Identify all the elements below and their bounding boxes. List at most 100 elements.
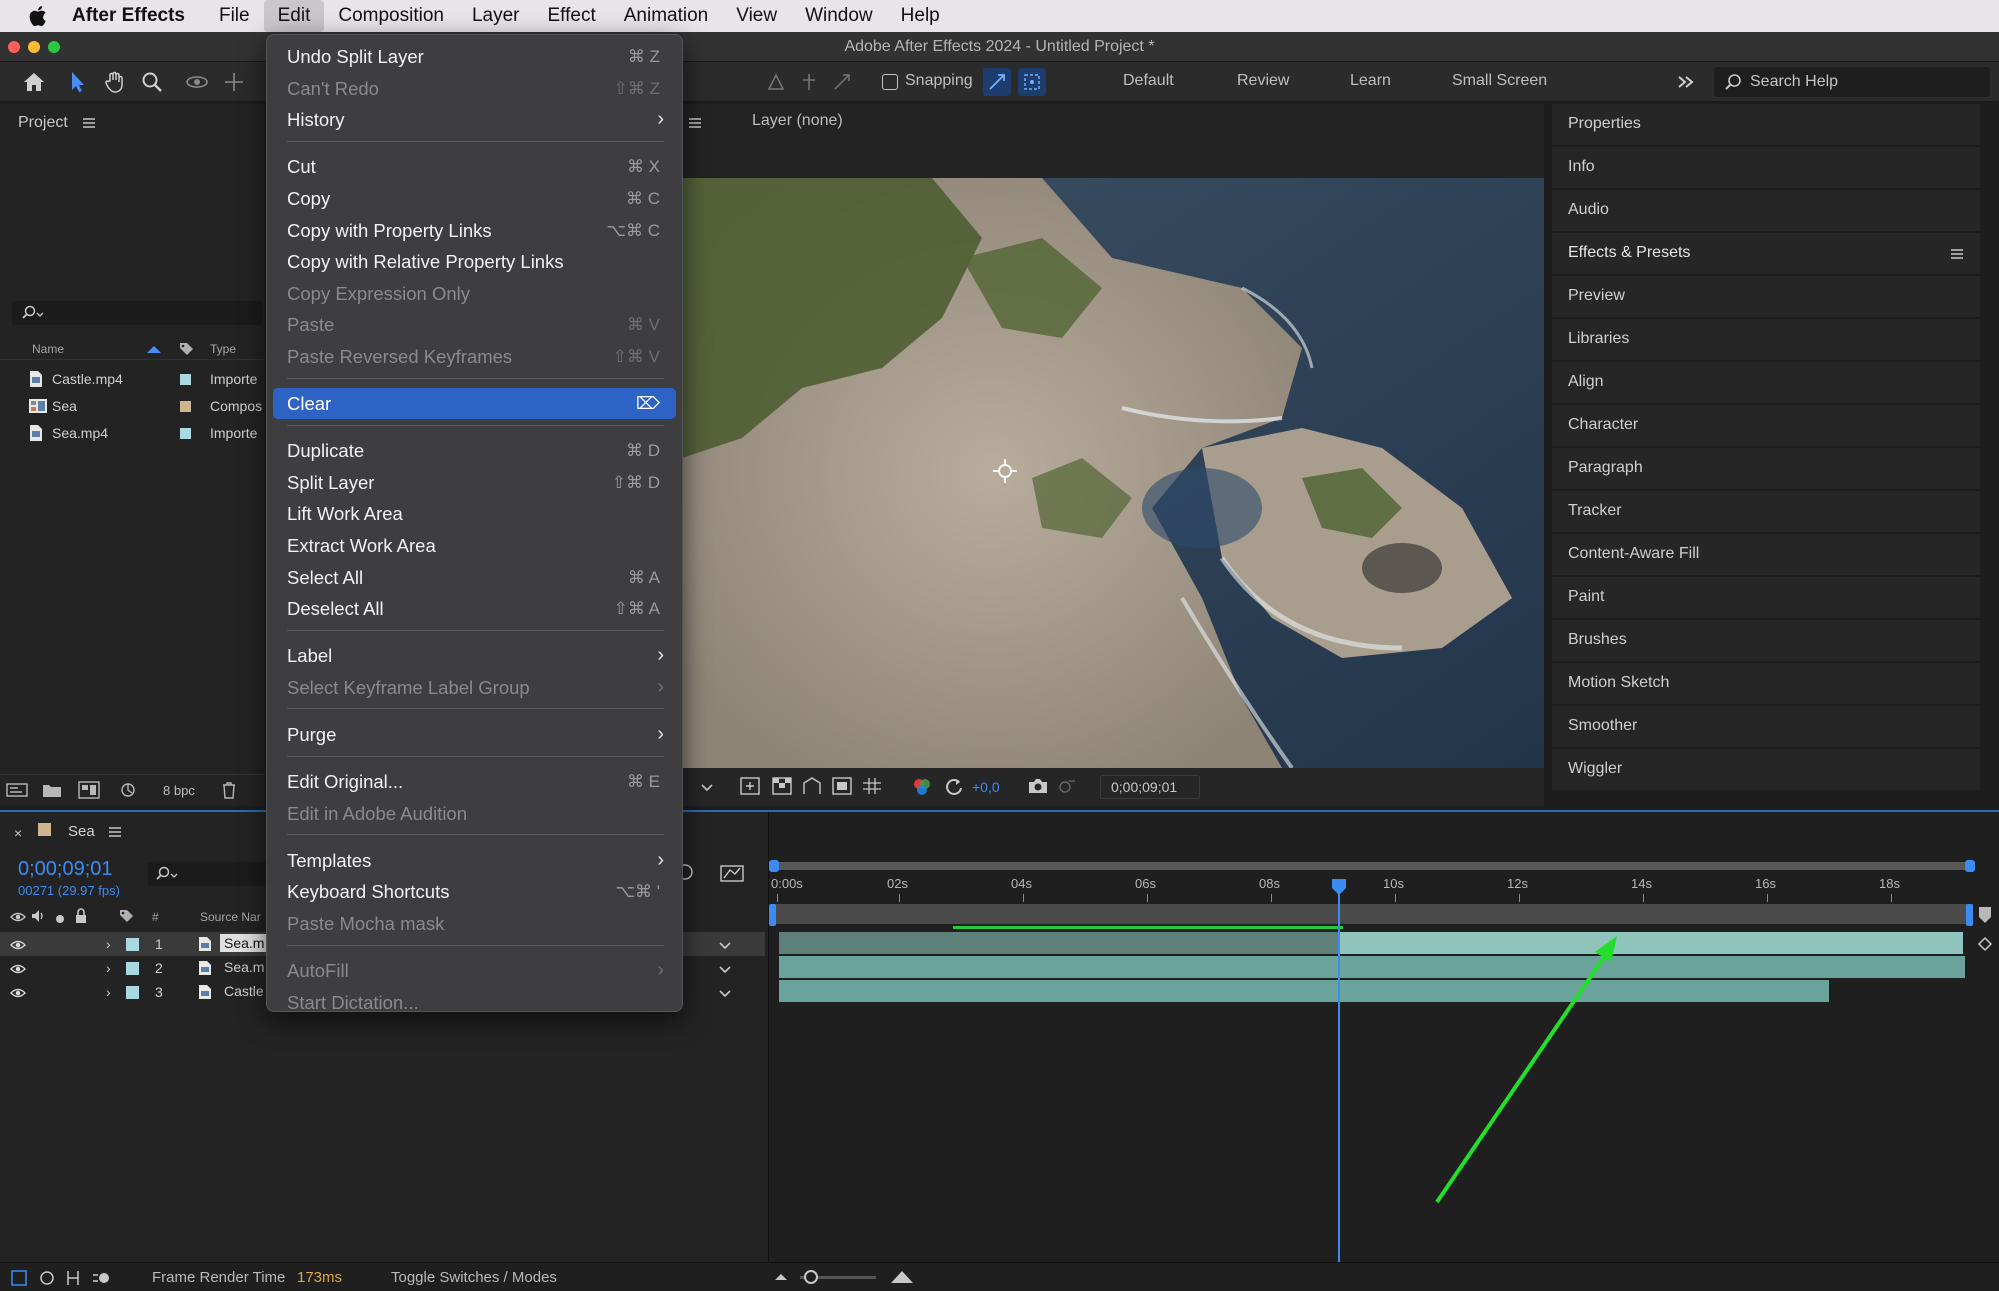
panel-align[interactable]: Align xyxy=(1552,362,1980,403)
chevron-down-icon[interactable] xyxy=(718,986,732,1002)
show-snapshot-icon[interactable] xyxy=(1057,777,1077,799)
menu-item-edit-in-adobe-audition[interactable]: Edit in Adobe Audition xyxy=(273,798,676,829)
grid-guides-icon[interactable] xyxy=(862,777,882,799)
panel-effects-presets[interactable]: Effects & Presets xyxy=(1552,233,1980,274)
menu-item-history[interactable]: History › xyxy=(273,104,676,135)
timeline-current-time[interactable]: 0;00;09;01 xyxy=(18,858,113,881)
close-tab-icon[interactable]: × xyxy=(14,825,22,841)
layer-switches-icon[interactable] xyxy=(10,1269,28,1291)
eye-icon[interactable] xyxy=(10,986,26,1002)
eye-icon[interactable] xyxy=(10,910,26,927)
layer-label-swatch[interactable] xyxy=(126,938,139,951)
reset-exposure-icon[interactable] xyxy=(944,777,964,801)
panel-menu-icon[interactable] xyxy=(108,825,122,842)
fast-previews-icon[interactable] xyxy=(740,777,760,799)
menu-item-deselect-all[interactable]: Deselect All ⇧⌘ A xyxy=(273,593,676,624)
panel-menu-icon[interactable] xyxy=(82,116,96,133)
panel-properties[interactable]: Properties xyxy=(1552,104,1980,145)
menu-item-lift-work-area[interactable]: Lift Work Area xyxy=(273,498,676,529)
panel-wiggler[interactable]: Wiggler xyxy=(1552,749,1980,790)
eye-icon[interactable] xyxy=(10,962,26,978)
menu-item-paste-mocha-mask[interactable]: Paste Mocha mask xyxy=(273,908,676,939)
bpc-toggle[interactable]: 8 bpc xyxy=(163,783,195,798)
zoom-in-icon[interactable] xyxy=(890,1269,914,1289)
panel-info[interactable]: Info xyxy=(1552,147,1980,188)
sort-ascending-icon[interactable] xyxy=(146,343,162,357)
menu-item-paste[interactable]: Paste ⌘ V xyxy=(273,309,676,340)
snapshot-camera-icon[interactable] xyxy=(1027,777,1049,799)
puppet-pin-icon[interactable] xyxy=(762,68,790,96)
panel-content-aware-fill[interactable]: Content-Aware Fill xyxy=(1552,534,1980,575)
menu-help[interactable]: Help xyxy=(887,0,954,32)
expand-chevron-icon[interactable]: › xyxy=(106,984,111,1000)
lock-icon[interactable] xyxy=(74,908,88,928)
label-color-swatch[interactable] xyxy=(180,374,191,385)
workspace-overflow-icon[interactable] xyxy=(1672,68,1700,96)
search-help-field[interactable]: Search Help xyxy=(1714,67,1990,97)
chevron-down-icon[interactable] xyxy=(700,780,714,797)
apple-icon[interactable] xyxy=(26,3,52,29)
menu-item-clear[interactable]: Clear ⌦ xyxy=(273,388,676,419)
menu-item-edit-original[interactable]: Edit Original... ⌘ E xyxy=(273,766,676,797)
menu-item-copy-with-relative-property-links[interactable]: Copy with Relative Property Links xyxy=(273,246,676,277)
label-tag-icon[interactable] xyxy=(178,341,194,360)
panel-paint[interactable]: Paint xyxy=(1552,577,1980,618)
chevron-down-icon[interactable] xyxy=(718,938,732,954)
panel-motion-sketch[interactable]: Motion Sketch xyxy=(1552,663,1980,704)
menu-effect[interactable]: Effect xyxy=(534,0,610,32)
workspace-learn[interactable]: Learn xyxy=(1350,72,1391,90)
workspace-review[interactable]: Review xyxy=(1237,72,1289,90)
region-of-interest-icon[interactable] xyxy=(832,777,852,799)
project-item-castle-mp4[interactable]: Castle.mp4 Importe xyxy=(0,366,265,392)
menu-item-select-all[interactable]: Select All ⌘ A xyxy=(273,562,676,593)
expand-chevron-icon[interactable]: › xyxy=(106,960,111,976)
audio-speaker-icon[interactable] xyxy=(30,909,46,927)
orbit-camera-icon[interactable] xyxy=(183,68,211,96)
viewer-timecode-field[interactable]: 0;00;09;01 xyxy=(1100,775,1200,799)
menu-window[interactable]: Window xyxy=(791,0,887,32)
layer-label-swatch[interactable] xyxy=(126,962,139,975)
timeline-search-field[interactable] xyxy=(148,862,268,886)
composition-frame-preview[interactable] xyxy=(682,178,1544,768)
menu-item-paste-reversed-keyframes[interactable]: Paste Reversed Keyframes ⇧⌘ V xyxy=(273,341,676,372)
transparency-grid-icon[interactable] xyxy=(772,777,792,799)
menu-file[interactable]: File xyxy=(205,0,264,32)
menu-item-start-dictation[interactable]: Start Dictation... xyxy=(273,987,676,1018)
zoom-slider-thumb[interactable] xyxy=(804,1270,818,1284)
menu-item-duplicate[interactable]: Duplicate ⌘ D xyxy=(273,435,676,466)
exposure-value[interactable]: +0,0 xyxy=(972,779,1000,795)
project-item-sea-comp[interactable]: Sea Compos xyxy=(0,393,265,419)
in-out-stretch-icon[interactable] xyxy=(64,1269,82,1291)
timeline-comp-tab[interactable]: Sea xyxy=(68,823,95,840)
delete-trash-icon[interactable] xyxy=(220,781,238,803)
menu-view[interactable]: View xyxy=(722,0,791,32)
menu-item-extract-work-area[interactable]: Extract Work Area xyxy=(273,530,676,561)
menu-item-split-layer[interactable]: Split Layer ⇧⌘ D xyxy=(273,467,676,498)
zoom-tool-icon[interactable] xyxy=(138,68,166,96)
menu-item-purge[interactable]: Purge › xyxy=(273,719,676,750)
layer-viewer-tab[interactable]: Layer (none) xyxy=(752,112,843,130)
menu-item-undo-split-layer[interactable]: Undo Split Layer ⌘ Z xyxy=(273,41,676,72)
viewer-panel-menu-icon[interactable] xyxy=(688,116,702,133)
menu-item-cut[interactable]: Cut ⌘ X xyxy=(273,151,676,182)
menu-item-copy[interactable]: Copy ⌘ C xyxy=(273,183,676,214)
panel-brushes[interactable]: Brushes xyxy=(1552,620,1980,661)
panel-menu-icon[interactable] xyxy=(1950,247,1964,265)
menu-item-select-keyframe-label-group[interactable]: Select Keyframe Label Group › xyxy=(273,672,676,703)
eye-icon[interactable] xyxy=(10,938,26,954)
new-folder-icon[interactable] xyxy=(42,782,62,802)
menu-item-keyboard-shortcuts[interactable]: Keyboard Shortcuts ⌥⌘ ' xyxy=(273,876,676,907)
puppet-starch-icon[interactable] xyxy=(795,68,823,96)
panel-paragraph[interactable]: Paragraph xyxy=(1552,448,1980,489)
color-channels-icon[interactable] xyxy=(912,777,932,801)
menu-composition[interactable]: Composition xyxy=(324,0,458,32)
panel-smoother[interactable]: Smoother xyxy=(1552,706,1980,747)
col-source-name[interactable]: Source Nar xyxy=(200,910,261,924)
toggle-switches-modes[interactable]: Toggle Switches / Modes xyxy=(391,1269,557,1286)
panel-character[interactable]: Character xyxy=(1552,405,1980,446)
puppet-bend-icon[interactable] xyxy=(828,68,856,96)
panel-libraries[interactable]: Libraries xyxy=(1552,319,1980,360)
menu-item-label[interactable]: Label › xyxy=(273,640,676,671)
home-icon[interactable] xyxy=(20,68,48,96)
workspace-default[interactable]: Default xyxy=(1123,72,1174,90)
